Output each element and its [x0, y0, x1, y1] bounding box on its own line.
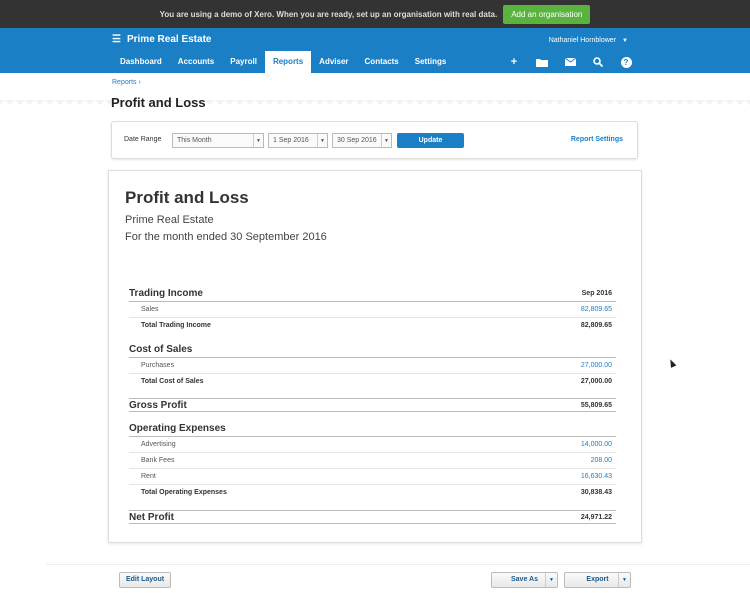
row-label: Total Cost of Sales [141, 378, 204, 385]
edit-layout-button[interactable]: Edit Layout [119, 572, 171, 588]
add-organisation-button[interactable]: Add an organisation [503, 4, 591, 24]
org-switcher[interactable]: ☰ Prime Real Estate [112, 34, 211, 45]
header-icons: + ? [500, 51, 640, 73]
table-row: Rent 16,630.43 [129, 469, 616, 485]
gross-profit-row: Gross Profit 55,809.65 [129, 398, 616, 412]
add-icon[interactable]: + [500, 51, 528, 73]
date-range-label: Date Range [124, 136, 162, 143]
report-settings-link[interactable]: Report Settings [571, 136, 623, 143]
total-row: Total Trading Income 82,809.65 [129, 318, 616, 334]
row-label: Rent [141, 473, 156, 480]
row-amount: 30,838.43 [580, 489, 612, 496]
row-amount: 55,809.65 [580, 402, 612, 409]
row-amount-link[interactable]: 27,000.00 [581, 362, 612, 369]
folder-icon[interactable] [528, 51, 556, 73]
update-button[interactable]: Update [397, 133, 464, 148]
section-cost-of-sales: Cost of Sales Purchases 27,000.00 Total … [129, 344, 616, 390]
from-date-field[interactable]: 1 Sep 2016 ▼ [268, 133, 328, 148]
tab-dashboard[interactable]: Dashboard [112, 51, 170, 73]
date-range-select[interactable]: This Month ▼ [172, 133, 264, 148]
help-icon[interactable]: ? [612, 51, 640, 73]
row-label: Gross Profit [129, 400, 187, 411]
section-heading-label: Trading Income [129, 288, 203, 299]
from-date-value: 1 Sep 2016 [273, 137, 309, 144]
row-amount-link[interactable]: 14,000.00 [581, 441, 612, 448]
report-period: For the month ended 30 September 2016 [125, 231, 327, 243]
row-amount-link[interactable]: 208.00 [591, 457, 612, 464]
section-operating-expenses: Operating Expenses Advertising 14,000.00… [129, 423, 616, 501]
section-trading-income: Trading Income Sep 2016 Sales 82,809.65 … [129, 288, 616, 334]
row-label: Purchases [141, 362, 175, 369]
row-amount: 24,971.22 [580, 514, 612, 521]
row-label: Total Trading Income [141, 322, 211, 329]
filter-panel: Date Range This Month ▼ 1 Sep 2016 ▼ 30 … [111, 121, 638, 159]
tab-payroll[interactable]: Payroll [222, 51, 265, 73]
caret-down-icon: ▼ [622, 38, 628, 44]
row-amount: 82,809.65 [580, 322, 612, 329]
section-heading-label: Cost of Sales [129, 344, 193, 355]
row-label: Advertising [141, 441, 176, 448]
tab-settings[interactable]: Settings [407, 51, 455, 73]
chevron-down-icon: ▼ [317, 134, 327, 147]
export-button[interactable]: Export ▼ [564, 572, 631, 588]
column-header: Sep 2016 [581, 290, 612, 297]
footer-toolbar: Edit Layout Save As ▼ Export ▼ [46, 564, 750, 593]
section-heading: Cost of Sales [129, 344, 616, 358]
user-name: Nathaniel Hornblower [548, 37, 617, 44]
user-menu[interactable]: Nathaniel Hornblower ▼ [549, 37, 628, 44]
row-label: Net Profit [129, 512, 174, 523]
row-label: Bank Fees [141, 457, 175, 464]
table-row: Advertising 14,000.00 [129, 437, 616, 453]
section-heading: Trading Income Sep 2016 [129, 288, 616, 302]
net-profit-row: Net Profit 24,971.22 [129, 510, 616, 524]
org-name: Prime Real Estate [126, 34, 212, 45]
tab-accounts[interactable]: Accounts [170, 51, 222, 73]
tab-contacts[interactable]: Contacts [357, 51, 407, 73]
breadcrumb[interactable]: Reports › [112, 79, 141, 86]
main-nav: Dashboard Accounts Payroll Reports Advis… [112, 51, 454, 73]
table-row: Purchases 27,000.00 [129, 358, 616, 374]
row-label: Total Operating Expenses [141, 489, 227, 496]
report-card: Profit and Loss Prime Real Estate For th… [108, 170, 642, 543]
to-date-field[interactable]: 30 Sep 2016 ▼ [332, 133, 392, 148]
tab-adviser[interactable]: Adviser [311, 51, 356, 73]
export-label: Export [586, 576, 609, 583]
menu-icon: ☰ [112, 34, 121, 45]
mail-icon[interactable] [556, 51, 584, 73]
report-title: Profit and Loss [125, 188, 249, 207]
mouse-cursor-icon [667, 358, 677, 368]
section-heading: Operating Expenses [129, 423, 616, 437]
date-range-value: This Month [177, 137, 212, 144]
save-as-button[interactable]: Save As ▼ [491, 572, 558, 588]
row-amount: 27,000.00 [580, 378, 612, 385]
page-title: Profit and Loss [111, 95, 206, 110]
section-heading-label: Operating Expenses [129, 423, 226, 434]
report-org: Prime Real Estate [125, 214, 214, 226]
top-header: ☰ Prime Real Estate Nathaniel Hornblower… [0, 28, 750, 73]
search-icon[interactable] [584, 51, 612, 73]
to-date-value: 30 Sep 2016 [337, 137, 377, 144]
row-amount-link[interactable]: 16,630.43 [581, 473, 612, 480]
tab-reports[interactable]: Reports [264, 51, 312, 73]
chevron-down-icon[interactable]: ▼ [545, 573, 557, 587]
row-label: Sales [141, 306, 159, 313]
table-row: Sales 82,809.65 [129, 302, 616, 318]
total-row: Total Operating Expenses 30,838.43 [129, 485, 616, 501]
chevron-down-icon: ▼ [381, 134, 391, 147]
row-amount-link[interactable]: 82,809.65 [581, 306, 612, 313]
total-row: Total Cost of Sales 27,000.00 [129, 374, 616, 390]
demo-banner: You are using a demo of Xero. When you a… [0, 0, 750, 28]
demo-message: You are using a demo of Xero. When you a… [159, 9, 498, 19]
save-as-label: Save As [511, 576, 538, 583]
chevron-down-icon: ▼ [253, 134, 263, 147]
table-row: Bank Fees 208.00 [129, 453, 616, 469]
chevron-down-icon[interactable]: ▼ [618, 573, 630, 587]
